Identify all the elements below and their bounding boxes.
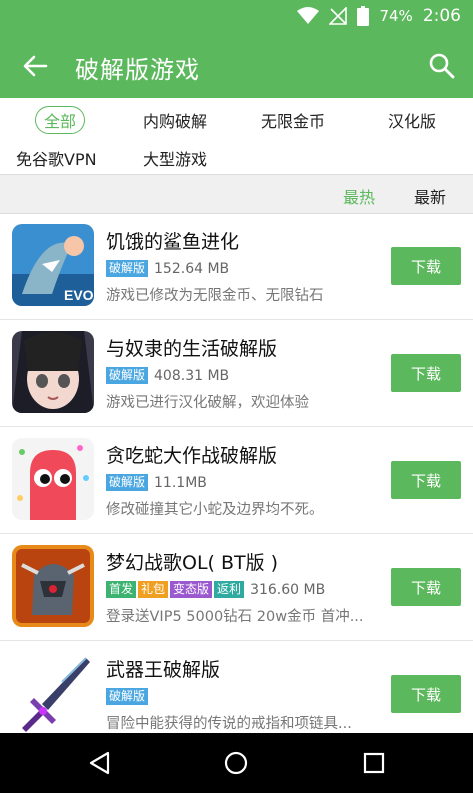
game-name: 饥饿的鲨鱼进化 [106, 231, 240, 253]
game-size: 408.31 MB [154, 367, 230, 384]
game-list: EVO 饥饿的鲨鱼进化 破解版 152.64 MB 游戏已修改为无限金币、无限钻… [0, 213, 473, 747]
game-name: 梦幻战歌OL( BT版 ) [106, 552, 279, 574]
filter-all[interactable]: 全部 [35, 106, 86, 134]
badge-first-release: 首发 [106, 581, 137, 598]
game-meta: 首发 礼包 变态版 返利 316.60 MB [106, 581, 325, 598]
download-button[interactable]: 下载 [391, 675, 461, 713]
game-description: 游戏已修改为无限金币、无限钻石 [106, 288, 324, 304]
badge: 破解版 [106, 367, 149, 384]
download-button[interactable]: 下载 [391, 461, 461, 499]
clock: 2:06 [422, 6, 461, 26]
game-icon-shark: EVO [12, 224, 94, 306]
game-icon-sword [12, 652, 94, 734]
game-description: 游戏已进行汉化破解，欢迎体验 [106, 395, 309, 411]
sort-hot[interactable]: 最热 [343, 184, 375, 208]
game-icon-anime-girl [12, 331, 94, 413]
app-bar: 破解版游戏 [0, 34, 473, 98]
filter-iap-cracked[interactable]: 内购破解 [143, 108, 207, 132]
signal-off-icon [329, 7, 348, 25]
game-description: 登录送VIP5 5000钻石 20w金币 首冲... [106, 609, 364, 625]
game-size: 316.60 MB [250, 581, 326, 598]
wifi-icon [297, 7, 320, 24]
filter-no-google-vpn[interactable]: 免谷歌VPN [16, 146, 97, 170]
status-bar: 74% 2:06 [0, 0, 473, 34]
nav-back-icon[interactable] [86, 749, 114, 777]
download-button[interactable]: 下载 [391, 568, 461, 606]
list-item[interactable]: EVO 饥饿的鲨鱼进化 破解版 152.64 MB 游戏已修改为无限金币、无限钻… [0, 213, 473, 320]
filter-large-games[interactable]: 大型游戏 [143, 146, 207, 170]
list-item[interactable]: 与奴隶的生活破解版 破解版 408.31 MB 游戏已进行汉化破解，欢迎体验 下… [0, 320, 473, 427]
nav-recents-icon[interactable] [360, 749, 388, 777]
list-item[interactable]: 武器王破解版 破解版 冒险中能获得的传说的戒指和项链具... 下载 [0, 641, 473, 747]
arrow-left-icon[interactable] [20, 51, 50, 81]
game-icon-warrior [12, 545, 94, 627]
status-icons: 74% 2:06 [297, 6, 461, 26]
filter-unlimited-gold[interactable]: 无限金币 [261, 108, 325, 132]
filter-bar: 全部 内购破解 无限金币 汉化版 免谷歌VPN 大型游戏 [0, 98, 473, 174]
badge-gift: 礼包 [138, 581, 169, 598]
battery-icon [357, 6, 370, 26]
game-name: 武器王破解版 [106, 659, 221, 681]
badge: 破解版 [106, 688, 149, 705]
game-meta: 破解版 152.64 MB [106, 260, 229, 277]
svg-text:EVO: EVO [64, 287, 94, 303]
sort-bar: 最热 最新 [0, 174, 473, 214]
list-item[interactable]: 贪吃蛇大作战破解版 破解版 11.1MB 修改碰撞其它小蛇及边界均不死。 下载 [0, 427, 473, 534]
page-title: 破解版游戏 [75, 56, 200, 84]
sort-newest[interactable]: 最新 [414, 184, 446, 208]
game-meta: 破解版 [106, 688, 149, 705]
game-description: 冒险中能获得的传说的戒指和项链具... [106, 716, 352, 732]
battery-percent: 74% [379, 7, 413, 25]
filter-chinese-version[interactable]: 汉化版 [388, 108, 436, 132]
game-meta: 破解版 408.31 MB [106, 367, 229, 384]
list-item[interactable]: 梦幻战歌OL( BT版 ) 首发 礼包 变态版 返利 316.60 MB 登录送… [0, 534, 473, 641]
game-name: 与奴隶的生活破解版 [106, 338, 278, 360]
game-description: 修改碰撞其它小蛇及边界均不死。 [106, 502, 324, 518]
game-meta: 破解版 11.1MB [106, 474, 207, 491]
badge-rebate: 返利 [214, 581, 245, 598]
badge: 破解版 [106, 260, 149, 277]
search-icon[interactable] [427, 51, 457, 81]
badge-bt-version: 变态版 [170, 581, 213, 598]
game-icon-snake [12, 438, 94, 520]
game-size: 11.1MB [154, 474, 207, 491]
game-name: 贪吃蛇大作战破解版 [106, 445, 278, 467]
download-button[interactable]: 下载 [391, 247, 461, 285]
navigation-bar [0, 733, 473, 793]
download-button[interactable]: 下载 [391, 354, 461, 392]
badge: 破解版 [106, 474, 149, 491]
nav-home-icon[interactable] [222, 749, 250, 777]
game-size: 152.64 MB [154, 260, 230, 277]
